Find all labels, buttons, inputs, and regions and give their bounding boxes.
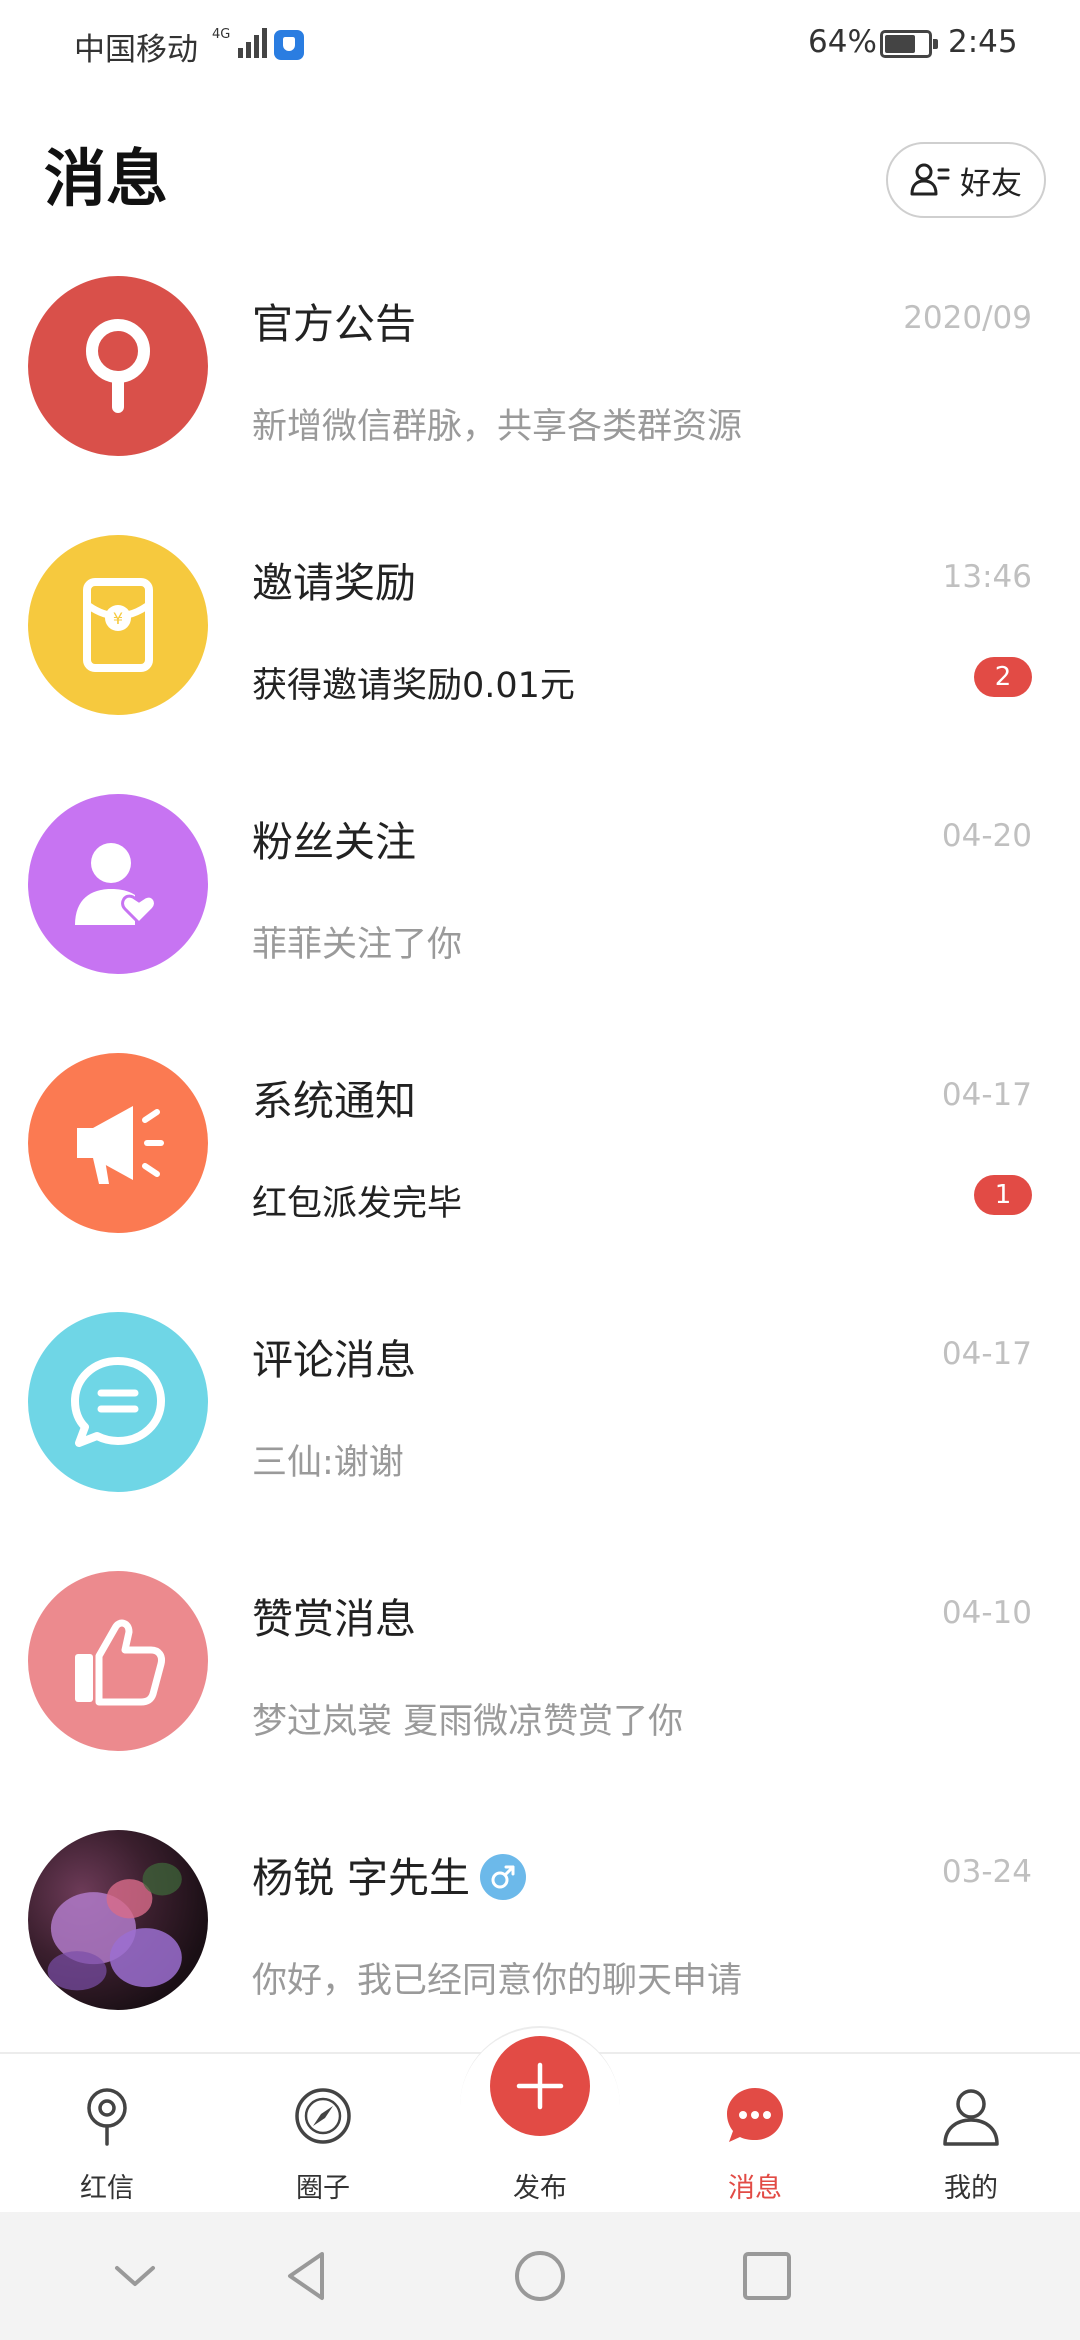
male-icon xyxy=(480,1854,527,1900)
svg-text:¥: ¥ xyxy=(113,609,123,628)
message-title: 杨锐 字先生 xyxy=(252,1844,527,1904)
thumbs-up-icon xyxy=(75,1619,165,1706)
message-time: 03-24 xyxy=(941,1854,1032,1890)
message-time: 04-10 xyxy=(941,1595,1032,1631)
message-preview: 菲菲关注了你 xyxy=(252,925,463,965)
message-title: 邀请奖励 xyxy=(252,559,416,607)
message-preview: 梦过岚裳 夏雨微凉赞赏了你 xyxy=(252,1702,684,1742)
avatar xyxy=(28,1571,208,1751)
battery-icon xyxy=(880,30,938,58)
message-preview: 新增微信群脉，共享各类群资源 xyxy=(252,407,743,447)
message-preview: 你好，我已经同意你的聊天申请 xyxy=(252,1961,743,2001)
list-item-system-notice[interactable]: 系统通知 04-17 红包派发完毕 1 xyxy=(0,1047,1080,1306)
fan-heart-icon xyxy=(75,843,157,926)
friends-list-icon xyxy=(910,163,950,196)
bottom-tab-bar: 红信 圈子 发布 消息 我的 xyxy=(0,2026,1080,2214)
list-item-invite-reward[interactable]: ¥ 邀请奖励 13:46 获得邀请奖励0.01元 2 xyxy=(0,529,1080,788)
clock: 2:45 xyxy=(948,24,1018,60)
message-time: 04-17 xyxy=(941,1077,1032,1113)
tab-label: 发布 xyxy=(513,2173,567,2204)
friends-label: 好友 xyxy=(960,165,1022,202)
message-preview: 获得邀请奖励0.01元 xyxy=(252,666,575,706)
avatar: ¥ xyxy=(28,535,208,715)
security-shield-icon xyxy=(274,30,304,60)
home-circle-icon[interactable] xyxy=(510,2246,570,2306)
plus-icon xyxy=(516,2062,564,2110)
message-title: 评论消息 xyxy=(252,1336,416,1384)
recents-square-icon[interactable] xyxy=(737,2246,797,2306)
message-preview: 三仙:谢谢 xyxy=(252,1443,404,1483)
message-title: 系统通知 xyxy=(252,1077,416,1125)
list-item-appreciation[interactable]: 赞赏消息 04-10 梦过岚裳 夏雨微凉赞赏了你 xyxy=(0,1565,1080,1824)
tab-label: 消息 xyxy=(728,2173,782,2204)
message-list: 官方公告 2020/09 新增微信群脉，共享各类群资源 ¥ 邀请奖励 13:46… xyxy=(0,270,1080,2083)
tab-label: 圈子 xyxy=(296,2173,350,2204)
message-title: 赞赏消息 xyxy=(252,1595,416,1643)
tab-label: 红信 xyxy=(80,2173,134,2204)
user-avatar-photo xyxy=(28,1830,208,2010)
carrier-label: 中国移动 xyxy=(74,32,198,68)
tab-hongxin[interactable]: 红信 xyxy=(37,2054,177,2214)
message-preview: 红包派发完毕 xyxy=(252,1184,463,1224)
message-title: 粉丝关注 xyxy=(252,818,416,866)
tab-messages[interactable]: 消息 xyxy=(685,2054,825,2214)
tab-label: 我的 xyxy=(944,2173,998,2204)
flower-photo-icon xyxy=(47,1862,182,1991)
message-time: 2020/09 xyxy=(903,300,1032,336)
chat-user-name: 杨锐 字先生 xyxy=(252,1854,471,1902)
pin-icon xyxy=(87,2088,127,2146)
comment-icon xyxy=(71,1357,165,1447)
publish-button[interactable] xyxy=(490,2036,590,2136)
avatar xyxy=(28,1053,208,1233)
tab-circle[interactable]: 圈子 xyxy=(253,2054,393,2214)
message-title: 官方公告 xyxy=(252,300,416,348)
page-title: 消息 xyxy=(44,142,169,215)
chat-bubble-icon xyxy=(727,2088,783,2142)
message-time: 13:46 xyxy=(942,559,1032,595)
network-type-label: 4G xyxy=(212,27,230,42)
chevron-down-icon[interactable] xyxy=(105,2246,165,2306)
avatar xyxy=(28,276,208,456)
message-time: 04-20 xyxy=(941,818,1032,854)
unread-badge: 1 xyxy=(974,1175,1032,1215)
list-item-official-notice[interactable]: 官方公告 2020/09 新增微信群脉，共享各类群资源 xyxy=(0,270,1080,529)
user-icon xyxy=(943,2089,999,2146)
compass-icon xyxy=(295,2088,351,2144)
avatar xyxy=(28,1312,208,1492)
pin-icon xyxy=(86,319,150,413)
signal-icon: 4G xyxy=(212,27,267,58)
message-time: 04-17 xyxy=(941,1336,1032,1372)
avatar xyxy=(28,794,208,974)
battery-percent: 64% xyxy=(808,24,877,60)
megaphone-icon xyxy=(77,1106,164,1184)
friends-button[interactable]: 好友 xyxy=(886,142,1046,218)
unread-badge: 2 xyxy=(974,657,1032,697)
red-envelope-icon: ¥ xyxy=(83,578,153,672)
tab-me[interactable]: 我的 xyxy=(901,2054,1041,2214)
status-bar: 中国移动 4G 64% 2:45 xyxy=(0,0,1080,90)
back-triangle-icon[interactable] xyxy=(278,2246,338,2306)
system-nav-bar xyxy=(0,2212,1080,2340)
list-item-comments[interactable]: 评论消息 04-17 三仙:谢谢 xyxy=(0,1306,1080,1565)
list-item-fans[interactable]: 粉丝关注 04-20 菲菲关注了你 xyxy=(0,788,1080,1047)
